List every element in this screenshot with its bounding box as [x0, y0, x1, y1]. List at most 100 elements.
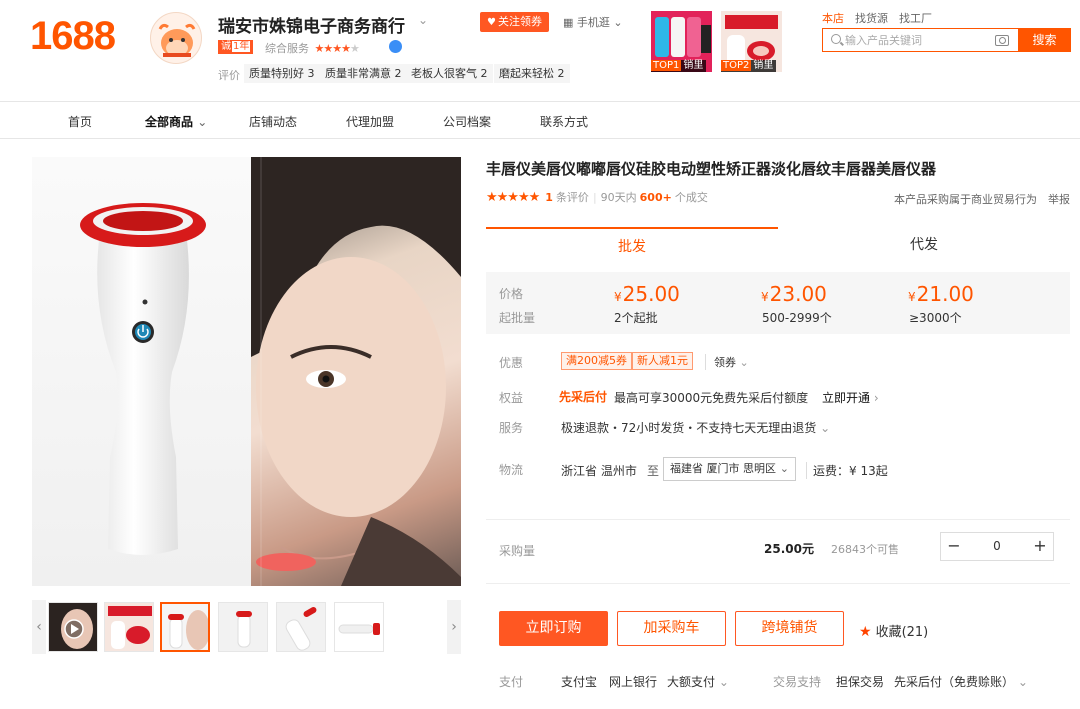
min-order-label: 起批量	[499, 311, 536, 325]
nav-contact[interactable]: 联系方式	[540, 113, 588, 130]
tier-qty: ≥3000个	[909, 311, 962, 325]
search-button[interactable]: 搜索	[1018, 28, 1071, 52]
search-scope-tabs: 本店 找货源 找工厂	[822, 10, 943, 26]
review-tag[interactable]: 质量非常满意 2	[320, 64, 407, 83]
ship-from: 浙江省 温州市	[561, 464, 637, 478]
quantity-value[interactable]: 0	[967, 533, 1027, 560]
tab-wholesale[interactable]: 批发	[486, 227, 778, 263]
decrease-button[interactable]: −	[941, 533, 967, 560]
price-box: 价格 起批量 ¥25.00 2个起批 ¥23.00 500-2999个 ¥21.…	[486, 272, 1070, 334]
divider	[486, 519, 1070, 520]
service-info[interactable]: 极速退款・72小时发货・不支持七天无理由退货 ⌄	[561, 419, 830, 436]
quantity-label: 采购量	[499, 544, 536, 558]
nav-shop-news[interactable]: 店铺动态	[249, 113, 297, 130]
mobile-browse-link[interactable]: ▦ 手机逛 ⌄	[563, 14, 623, 30]
thumbnail-selected[interactable]	[160, 602, 210, 652]
freight-info: 运费：¥ 13起	[806, 462, 888, 479]
star-icon: ★	[859, 624, 872, 640]
thumbnail[interactable]	[218, 602, 268, 652]
tier-qty: 2个起批	[614, 311, 658, 325]
review-tag[interactable]: 磨起来轻松 2	[494, 64, 570, 83]
top-rank-tag: TOP2 销里	[721, 60, 777, 72]
search-tab-shop[interactable]: 本店	[822, 12, 844, 25]
shop-avatar[interactable]	[150, 12, 202, 64]
review-count[interactable]: 1	[545, 191, 553, 204]
search-tab-source[interactable]: 找货源	[855, 12, 888, 25]
chevron-down-icon: ⌄	[1017, 675, 1028, 689]
thumbnail-video[interactable]	[48, 602, 98, 652]
quantity-stepper: − 0 +	[940, 532, 1054, 561]
qrcode-icon: ▦	[563, 16, 574, 29]
top-product-1[interactable]: TOP1 销里	[651, 11, 712, 72]
chevron-right-icon: ›	[873, 391, 879, 405]
tier-price: ¥21.00	[908, 282, 974, 306]
years-badge: 诚 1年	[218, 40, 254, 54]
thumbnail-strip: ‹ ›	[32, 600, 461, 654]
purchase-mode-tabs: 批发 代发	[486, 227, 1070, 263]
price-label: 价格	[499, 287, 524, 301]
search-tab-factory[interactable]: 找工厂	[899, 12, 932, 25]
destination-select[interactable]: 福建省 厦门市 思明区 ⌄	[663, 457, 796, 481]
payment-label: 支付	[499, 675, 524, 689]
camera-icon[interactable]	[995, 35, 1009, 46]
get-coupon-link[interactable]: 领券 ⌄	[705, 354, 749, 370]
coupon-tag[interactable]: 满200减5券	[561, 352, 632, 370]
payment-method: 网上银行	[609, 675, 658, 689]
logistics-label: 物流	[499, 463, 524, 477]
review-tag[interactable]: 质量特别好 3	[244, 64, 320, 83]
review-label: 评价	[218, 69, 240, 82]
verified-icon	[389, 40, 402, 53]
top-rank-tag: TOP1 销里	[651, 60, 707, 72]
rating-line: ★★★★★ 1 条评价 | 90天内 600+ 个成交	[486, 190, 708, 205]
coupon-tag[interactable]: 新人减1元	[632, 352, 693, 370]
nav-all-products[interactable]: 全部商品 ⌄	[145, 113, 207, 130]
nav-home[interactable]: 首页	[68, 113, 92, 130]
order-now-button[interactable]: 立即订购	[499, 611, 608, 646]
chevron-down-icon: ⌄	[820, 421, 831, 435]
search-box	[822, 28, 1018, 52]
model-photo	[251, 157, 461, 586]
thumbnail[interactable]	[334, 602, 384, 652]
thumbnail[interactable]	[276, 602, 326, 652]
chevron-down-icon: ⌄	[197, 115, 208, 129]
chevron-left-icon[interactable]: ‹	[32, 600, 46, 654]
review-tag[interactable]: 老板人很客气 2	[406, 64, 493, 83]
pay-later-tag: 先采后付	[559, 390, 608, 404]
main-product-image[interactable]	[32, 157, 461, 586]
increase-button[interactable]: +	[1027, 533, 1053, 560]
service-label: 服务	[499, 421, 524, 435]
tier-qty: 500-2999个	[762, 311, 832, 325]
heart-icon: ♥	[487, 17, 496, 28]
tier-price: ¥25.00	[614, 282, 680, 306]
nav-company[interactable]: 公司档案	[443, 113, 491, 130]
search-input[interactable]	[845, 31, 990, 49]
report-link[interactable]: 举报	[1048, 191, 1070, 207]
top-product-2[interactable]: TOP2 销里	[721, 11, 782, 72]
sold-count: 600+	[639, 191, 672, 204]
site-logo[interactable]: 1688	[30, 14, 116, 59]
trade-support-label: 交易支持	[773, 675, 822, 689]
device-photo	[32, 157, 251, 586]
trade-support-item[interactable]: 先采后付（免费赊账） ⌄	[894, 673, 1028, 690]
tab-dropship[interactable]: 代发	[778, 227, 1070, 263]
nav-agency[interactable]: 代理加盟	[346, 113, 394, 130]
shop-name[interactable]: 瑞安市姝锦电子商务商行	[218, 12, 405, 37]
thumbnail[interactable]	[104, 602, 154, 652]
chevron-down-icon[interactable]: ⌄	[418, 13, 428, 27]
crossborder-button[interactable]: 跨境铺货	[735, 611, 844, 646]
chevron-right-icon[interactable]: ›	[447, 600, 461, 654]
shop-nav: 首页 全部商品 ⌄ 店铺动态 代理加盟 公司档案 联系方式	[0, 102, 1080, 139]
favorite-button[interactable]: ★ 收藏(21)	[859, 621, 928, 640]
add-to-cart-button[interactable]: 加采购车	[617, 611, 726, 646]
follow-coupon-button[interactable]: ♥ 关注领券	[480, 12, 549, 32]
tier-price: ¥23.00	[761, 282, 827, 306]
product-title: 丰唇仪美唇仪嘟嘟唇仪硅胶电动塑性矫正器淡化唇纹丰唇器美唇仪器	[486, 160, 937, 178]
activate-link[interactable]: 立即开通 ›	[822, 389, 879, 406]
pay-later-text: 最高可享30000元免费先采后付额度	[614, 391, 809, 405]
ship-to-label: 至	[647, 464, 660, 478]
composite-service: 综合服务 ★★★★★	[265, 42, 360, 55]
stock-count: 26843个可售	[831, 543, 899, 556]
trade-note: 本产品采购属于商业贸易行为	[894, 193, 1037, 206]
trade-support-item: 担保交易	[836, 675, 885, 689]
payment-method[interactable]: 大额支付 ⌄	[667, 673, 729, 690]
